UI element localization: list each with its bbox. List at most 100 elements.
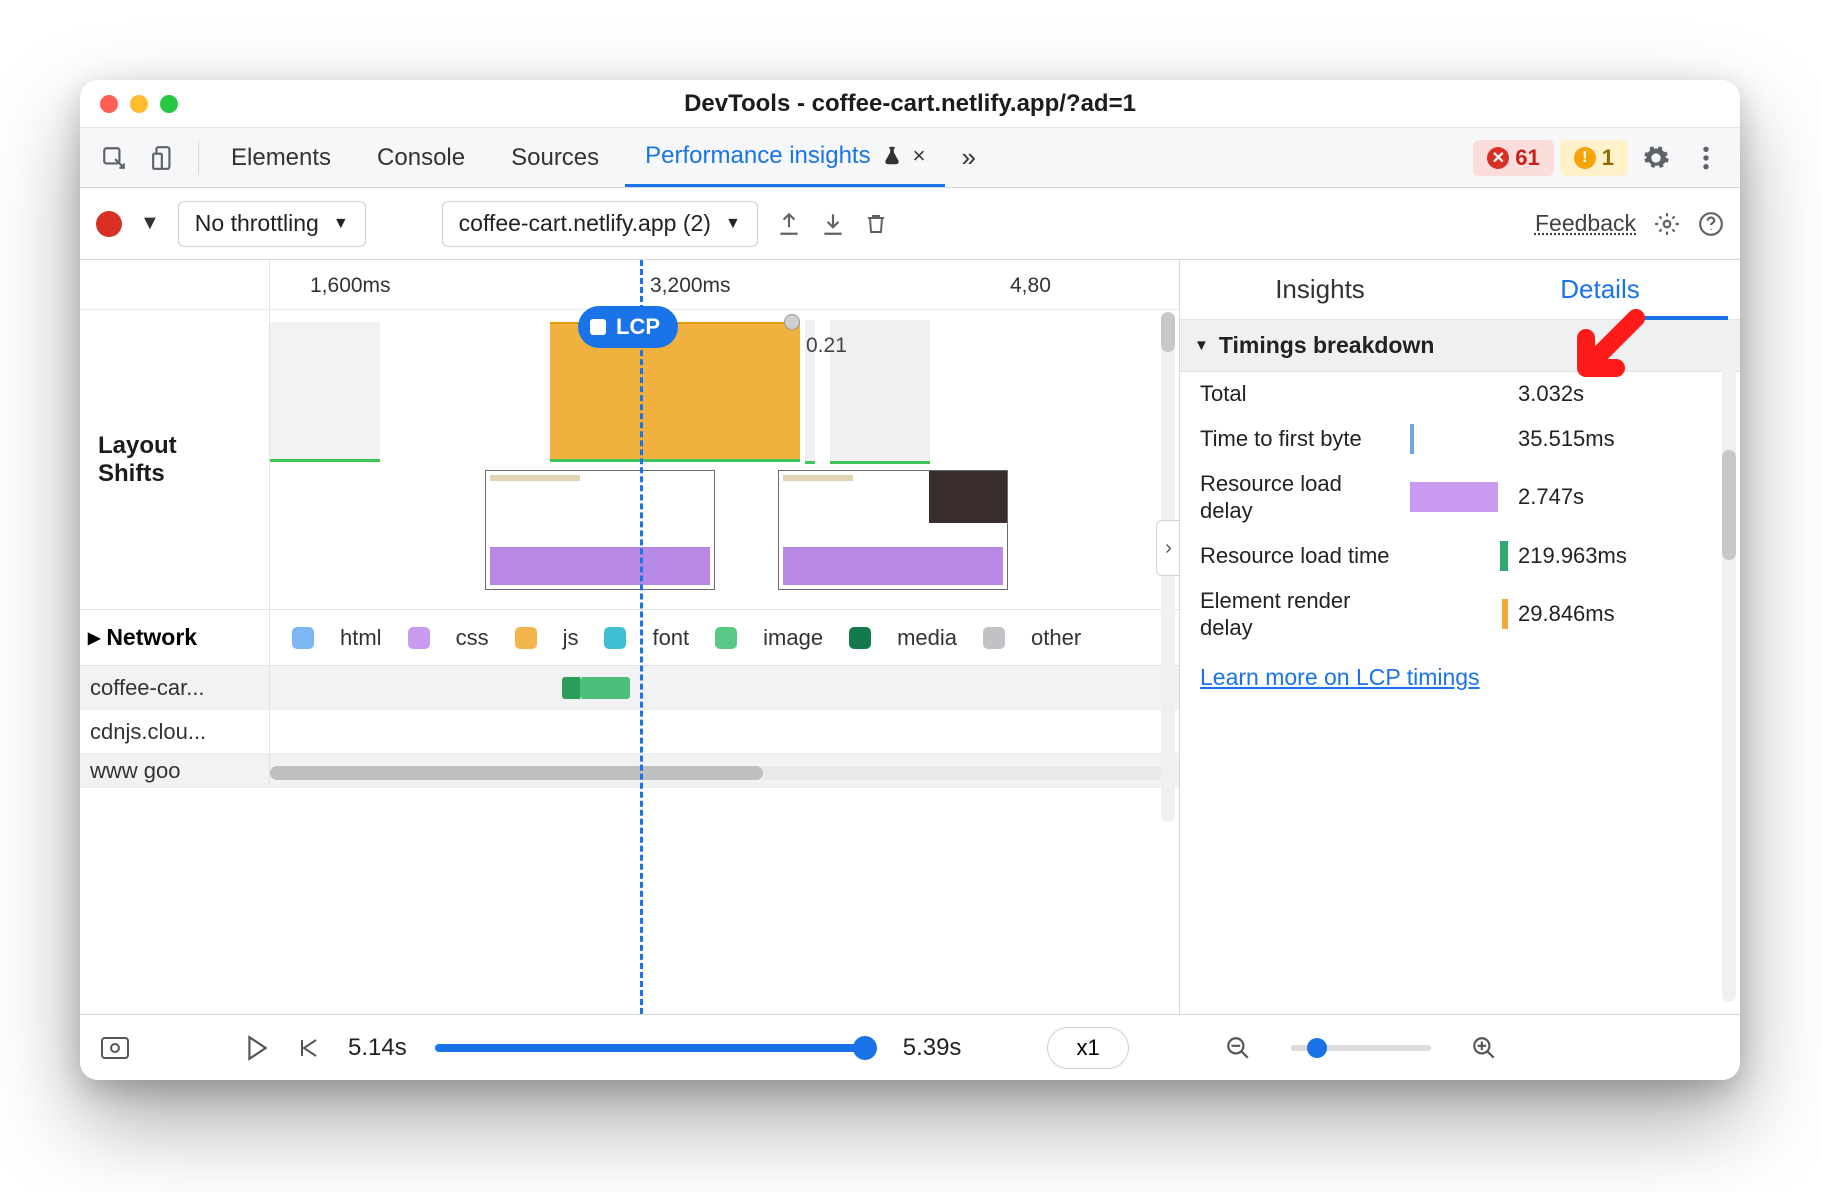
play-icon[interactable]: [246, 1035, 268, 1061]
errors-count: 61: [1515, 145, 1539, 171]
import-icon[interactable]: [820, 211, 846, 237]
vertical-scrollbar[interactable]: [1722, 330, 1736, 1002]
throttling-dropdown[interactable]: No throttling ▼: [178, 201, 366, 247]
stop-icon: [590, 319, 606, 335]
help-icon[interactable]: [1698, 211, 1724, 237]
request-host: coffee-car...: [80, 666, 270, 709]
learn-more-link[interactable]: Learn more on LCP timings: [1180, 650, 1740, 705]
network-row-label[interactable]: ▶ Network: [80, 610, 270, 665]
chevron-down-icon: ▼: [725, 215, 741, 233]
preview-icon[interactable]: [100, 1035, 130, 1061]
row-label: Layout Shifts: [80, 310, 270, 609]
collapse-sidebar-icon[interactable]: ›: [1156, 520, 1180, 576]
time-ruler[interactable]: 1,600ms 3,200ms 4,80: [80, 260, 1179, 310]
record-button[interactable]: [96, 211, 122, 237]
export-icon[interactable]: [776, 211, 802, 237]
zoom-slider[interactable]: [1291, 1045, 1431, 1051]
network-section: ▶ Network html css js font image media o…: [80, 610, 1179, 788]
playback-slider[interactable]: [435, 1044, 875, 1052]
timing-value: 219.963ms: [1518, 543, 1627, 569]
network-request-row[interactable]: cdnjs.clou...: [80, 710, 1179, 754]
recording-toolbar: ▼ No throttling ▼ coffee-cart.netlify.ap…: [80, 188, 1740, 260]
tab-label: Details: [1560, 274, 1639, 305]
legend-label: font: [652, 625, 689, 651]
playback-bar: 5.14s 5.39s x1: [80, 1014, 1740, 1080]
more-tabs-icon[interactable]: »: [951, 142, 985, 173]
skip-back-icon[interactable]: [296, 1036, 320, 1060]
lcp-marker[interactable]: LCP: [578, 306, 678, 348]
timing-row-ttfb: Time to first byte 35.515ms: [1180, 416, 1740, 462]
speed-value: x1: [1076, 1035, 1099, 1061]
cls-point[interactable]: [784, 314, 800, 330]
zoom-in-icon[interactable]: [1471, 1035, 1497, 1061]
legend-swatch-image: [715, 627, 737, 649]
legend-swatch-css: [408, 627, 430, 649]
chevron-down-icon: ▼: [333, 215, 349, 233]
zoom-out-icon[interactable]: [1225, 1035, 1251, 1061]
timing-row-resource-load-time: Resource load time 219.963ms: [1180, 533, 1740, 579]
settings-icon[interactable]: [1634, 138, 1678, 178]
total-time: 5.39s: [903, 1034, 962, 1062]
panel-settings-icon[interactable]: [1654, 211, 1680, 237]
annotation-arrow-icon: [1566, 308, 1646, 388]
time-mark: 4,80: [1010, 274, 1051, 298]
chevron-down-icon: ▼: [1194, 337, 1209, 354]
timing-label: Total: [1200, 380, 1400, 408]
device-toggle-icon[interactable]: [142, 138, 186, 178]
tab-performance-insights[interactable]: Performance insights ×: [625, 129, 945, 187]
slider-knob[interactable]: [1307, 1038, 1327, 1058]
kebab-menu-icon[interactable]: [1684, 138, 1728, 178]
tab-console[interactable]: Console: [357, 129, 485, 187]
legend-label: image: [763, 625, 823, 651]
time-mark: 1,600ms: [310, 274, 391, 298]
lcp-label: LCP: [616, 314, 660, 340]
warnings-badge[interactable]: ! 1: [1560, 140, 1628, 176]
network-request-row[interactable]: coffee-car...: [80, 666, 1179, 710]
delete-icon[interactable]: [864, 211, 888, 237]
tab-elements[interactable]: Elements: [211, 129, 351, 187]
chevron-right-icon: ▶: [88, 628, 100, 648]
titlebar: DevTools - coffee-cart.netlify.app/?ad=1: [80, 80, 1740, 128]
timing-label: Resource load time: [1200, 542, 1400, 570]
slider-knob[interactable]: [853, 1036, 877, 1060]
legend-swatch-media: [849, 627, 871, 649]
target-dropdown[interactable]: coffee-cart.netlify.app (2) ▼: [442, 201, 758, 247]
timing-value: 35.515ms: [1518, 426, 1615, 452]
details-panel: Insights Details ▼ Timings breakdown Tot…: [1180, 260, 1740, 1014]
timing-label: Element render delay: [1200, 587, 1400, 642]
warning-icon: !: [1574, 147, 1596, 169]
request-host: cdnjs.clou...: [80, 710, 270, 753]
request-host: www goo: [80, 754, 270, 787]
close-tab-icon[interactable]: ×: [913, 127, 926, 185]
timing-bar: [1500, 541, 1508, 571]
timing-row-total: Total 3.032s: [1180, 372, 1740, 416]
inspect-element-icon[interactable]: [92, 138, 136, 178]
timing-label: Time to first byte: [1200, 425, 1400, 453]
timing-label: Resource load delay: [1200, 470, 1400, 525]
row-body[interactable]: 0.21: [270, 310, 1179, 609]
content-area: 1,600ms 3,200ms 4,80 LCP Layout Shifts 0…: [80, 260, 1740, 1014]
throttling-value: No throttling: [195, 210, 319, 237]
tab-label: Insights: [1275, 274, 1365, 305]
legend-swatch-html: [292, 627, 314, 649]
playback-speed[interactable]: x1: [1047, 1027, 1128, 1069]
errors-badge[interactable]: ✕ 61: [1473, 140, 1553, 176]
timing-value: 2.747s: [1518, 484, 1584, 510]
devtools-window: DevTools - coffee-cart.netlify.app/?ad=1…: [80, 80, 1740, 1080]
frame-thumbnail[interactable]: [778, 470, 1008, 590]
detail-tabs: Insights Details: [1180, 260, 1740, 320]
network-label-text: Network: [106, 624, 197, 651]
timeline-pane[interactable]: 1,600ms 3,200ms 4,80 LCP Layout Shifts 0…: [80, 260, 1180, 1014]
legend-swatch-js: [515, 627, 537, 649]
feedback-link[interactable]: Feedback: [1535, 210, 1636, 237]
record-dropdown-icon[interactable]: ▼: [140, 212, 160, 235]
frame-thumbnail[interactable]: [485, 470, 715, 590]
timing-bar: [1502, 599, 1508, 629]
legend-label: media: [897, 625, 957, 651]
timings-breakdown-header[interactable]: ▼ Timings breakdown: [1180, 320, 1740, 372]
tab-sources[interactable]: Sources: [491, 129, 619, 187]
playhead-line[interactable]: [640, 260, 643, 1014]
tab-insights[interactable]: Insights: [1180, 260, 1460, 319]
horizontal-scrollbar[interactable]: [270, 766, 1167, 780]
cls-value: 0.21: [806, 334, 847, 358]
